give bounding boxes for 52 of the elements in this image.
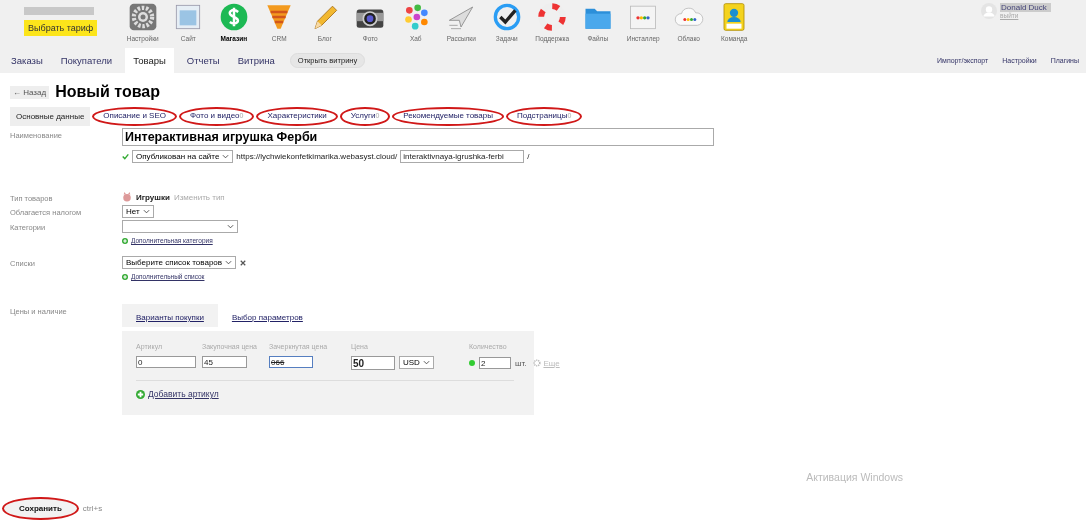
nav-tab[interactable]: Товары [125, 48, 174, 73]
plus-icon [136, 389, 145, 399]
gear-icon [533, 359, 542, 367]
gear-icon [127, 2, 158, 32]
url-slug-input[interactable]: interaktivnaya-igrushka-ferbi [400, 150, 525, 163]
price-input[interactable]: 50 [351, 356, 395, 370]
sku-input[interactable]: 0 [136, 356, 196, 368]
nav-tab[interactable]: Заказы [2, 48, 52, 73]
avatar-icon [981, 3, 997, 19]
variant-tab[interactable]: Выбор параметров [217, 304, 317, 327]
nav-tab[interactable]: Покупатели [51, 48, 122, 73]
section-tab[interactable]: Характеристики [256, 107, 338, 126]
url-suffix: / [527, 152, 530, 161]
page-title: Новый товар [55, 83, 160, 101]
nav-tab[interactable]: Витрина [228, 48, 284, 73]
checkmark-icon [491, 2, 522, 32]
chevron-down-icon [222, 154, 230, 159]
tax-select[interactable]: Нет [122, 205, 154, 218]
nav-tab[interactable]: Отчеты [177, 48, 229, 73]
shortcut-hint: ctrl+s [82, 504, 103, 513]
name-input[interactable]: Интерактивная игрушка Ферби [122, 128, 714, 146]
check-icon [122, 153, 129, 160]
product-type: Игрушки [136, 192, 170, 202]
section-tab[interactable]: Рекомендуемые товары [392, 107, 504, 126]
back-button[interactable]: ← Назад [10, 85, 50, 99]
dollar-icon [218, 2, 249, 32]
chevron-down-icon [422, 360, 430, 365]
plan-button[interactable]: Выбрать тариф [24, 20, 98, 36]
account-name-placeholder [24, 7, 94, 15]
remove-icon[interactable] [240, 259, 247, 266]
chevron-down-icon [142, 209, 150, 214]
user-name-link[interactable]: Donald Duck [1000, 3, 1051, 12]
activation-notice: Активация Windows [806, 471, 903, 483]
plus-icon [122, 237, 128, 244]
section-tab[interactable]: Основные данные [10, 107, 91, 126]
compare-price-input[interactable]: 066 [269, 356, 313, 368]
status-select[interactable]: Опубликован на сайте [132, 150, 234, 163]
lifebuoy-icon [537, 2, 568, 32]
plus-icon [122, 273, 128, 280]
quantity-input[interactable]: 2 [479, 357, 511, 369]
unit-label: шт. [515, 358, 527, 368]
currency-select[interactable]: USD [399, 356, 434, 369]
variant-tab[interactable]: Варианты покупки [122, 304, 218, 327]
section-tab[interactable]: Описание и SEO [92, 107, 177, 126]
chevron-down-icon [225, 260, 233, 265]
chevron-down-icon [227, 224, 234, 229]
url-prefix: https://lychwiekonfetkimarika.webasyst.cloud/ [236, 152, 398, 161]
purchase-price-input[interactable]: 45 [202, 356, 247, 368]
save-button[interactable]: Сохранить [2, 497, 79, 520]
add-sku-link[interactable]: Добавить артикул [136, 389, 534, 399]
list-select[interactable]: Выберите список товаров [122, 256, 237, 269]
toy-icon [122, 192, 132, 202]
